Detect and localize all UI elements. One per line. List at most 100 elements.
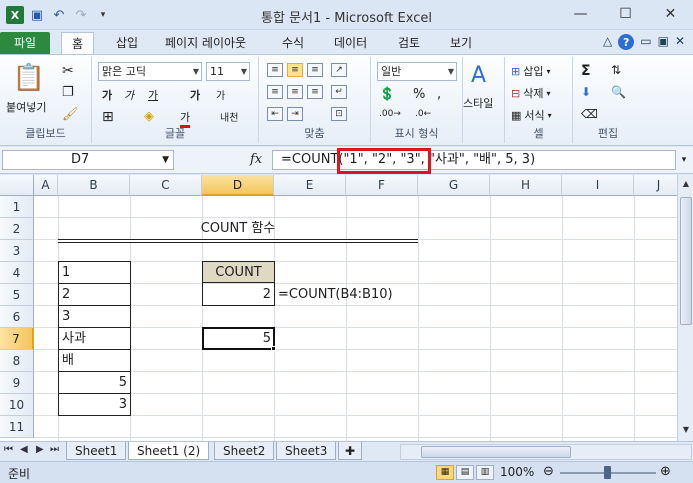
tab-data[interactable]: 데이터 <box>324 32 377 54</box>
sheet-tab-sheet1-2[interactable]: Sheet1 (2) <box>128 442 210 460</box>
sheet-tab-sheet2[interactable]: Sheet2 <box>214 442 275 460</box>
increase-indent-icon[interactable]: ⇥ <box>287 107 303 121</box>
doc-minimize-icon[interactable]: ▭ <box>640 34 651 50</box>
cell-d5[interactable]: 2 <box>202 284 271 305</box>
percent-button[interactable]: % <box>413 87 425 102</box>
wrap-text-icon[interactable]: ↵ <box>331 85 347 99</box>
first-sheet-icon[interactable]: ⏮ <box>4 444 13 455</box>
column-header-d[interactable]: D <box>202 175 274 196</box>
row-header-6[interactable]: 6 <box>0 306 34 328</box>
scroll-down-icon[interactable]: ▼ <box>680 423 692 437</box>
autosum-button[interactable]: Σ <box>581 63 591 79</box>
close-icon[interactable]: ✕ <box>648 0 693 28</box>
name-box[interactable]: D7 ▼ <box>2 150 174 170</box>
number-format-select[interactable]: 일반 ▼ <box>377 62 457 81</box>
zoom-level[interactable]: 100% <box>500 465 534 479</box>
align-right-icon[interactable]: ≡ <box>307 85 323 99</box>
cell-b6[interactable]: 3 <box>62 306 70 327</box>
expand-formula-bar-icon[interactable]: ▾ <box>677 150 691 170</box>
worksheet-grid[interactable]: A B C D E F G H I J 1 2 3 4 5 6 7 8 9 10… <box>0 175 677 441</box>
align-center-icon[interactable]: ≡ <box>287 85 303 99</box>
decrease-decimal-icon[interactable]: .0← <box>415 109 431 119</box>
formula-input[interactable]: =COUNT("1", "2", "3", "사과", "배", 5, 3) <box>272 150 676 170</box>
help-icon[interactable]: ? <box>618 34 635 50</box>
cell-b7[interactable]: 사과 <box>62 328 86 349</box>
doc-restore-icon[interactable]: ▣ <box>658 34 669 50</box>
paste-button[interactable]: 붙여넣기 <box>6 99 46 115</box>
row-header-9[interactable]: 9 <box>0 372 34 394</box>
sort-filter-icon[interactable]: ⇅ <box>611 63 621 77</box>
delete-cells-button[interactable]: ⊟ 삭제 ▾ <box>511 85 550 101</box>
tab-home[interactable]: 홈 <box>61 32 95 54</box>
fill-icon[interactable]: ⬇ <box>581 85 591 99</box>
row-header-8[interactable]: 8 <box>0 350 34 372</box>
align-left-icon[interactable]: ≡ <box>267 85 283 99</box>
horizontal-scrollbar[interactable] <box>400 444 692 460</box>
column-header-h[interactable]: H <box>490 175 562 196</box>
minimize-icon[interactable]: — <box>558 0 603 28</box>
row-header-7[interactable]: 7 <box>0 328 34 350</box>
select-all-corner[interactable] <box>0 175 34 196</box>
row-header-4[interactable]: 4 <box>0 262 34 284</box>
vertical-scrollbar[interactable]: ▲ ▼ <box>677 175 693 441</box>
format-cells-button[interactable]: ▦ 서식 ▾ <box>511 107 552 123</box>
row-header-3[interactable]: 3 <box>0 240 34 262</box>
normal-view-icon[interactable]: ▦ <box>436 465 454 480</box>
cell-d4[interactable]: COUNT <box>202 262 275 283</box>
prev-sheet-icon[interactable]: ◀ <box>20 444 28 455</box>
cut-icon[interactable]: ✂ <box>62 63 74 79</box>
cell-b9[interactable]: 5 <box>58 372 127 393</box>
shrink-font-button[interactable]: 가 <box>216 87 225 102</box>
zoom-out-icon[interactable]: ⊖ <box>543 464 554 479</box>
find-select-icon[interactable]: 🔍 <box>611 85 626 99</box>
maximize-icon[interactable]: ☐ <box>603 0 648 28</box>
column-header-b[interactable]: B <box>58 175 130 196</box>
column-header-i[interactable]: I <box>562 175 634 196</box>
column-header-f[interactable]: F <box>346 175 418 196</box>
merge-center-icon[interactable]: ⊡ <box>331 107 347 121</box>
align-bottom-icon[interactable]: ≡ <box>307 63 323 77</box>
page-layout-view-icon[interactable]: ▤ <box>456 465 474 480</box>
row-header-1[interactable]: 1 <box>0 196 34 218</box>
italic-button[interactable]: 가 <box>124 87 134 103</box>
column-header-j[interactable]: J <box>634 175 677 196</box>
tab-review[interactable]: 검토 <box>388 32 430 54</box>
align-top-icon[interactable]: ≡ <box>267 63 283 77</box>
sheet-title-cell[interactable]: COUNT 함수 <box>58 218 418 239</box>
doc-close-icon[interactable]: ✕ <box>675 34 685 50</box>
cell-e5[interactable]: =COUNT(B4:B10) <box>278 284 393 305</box>
format-painter-icon[interactable]: 🖌 <box>62 107 79 122</box>
tab-file[interactable]: 파일 <box>0 32 50 54</box>
row-header-10[interactable]: 10 <box>0 394 34 416</box>
cell-b4[interactable]: 1 <box>62 262 70 283</box>
zoom-slider-knob[interactable] <box>604 466 611 479</box>
ribbon-minimize-icon[interactable]: △ <box>603 34 612 50</box>
styles-button[interactable]: 스타일 <box>463 95 493 111</box>
sheet-tab-sheet3[interactable]: Sheet3 <box>276 442 337 460</box>
horizontal-scroll-thumb[interactable] <box>421 446 571 458</box>
column-header-g[interactable]: G <box>418 175 490 196</box>
paste-icon[interactable]: 📋 <box>12 61 46 95</box>
insert-function-button[interactable]: fx <box>250 152 262 167</box>
zoom-in-icon[interactable]: ⊕ <box>660 464 671 479</box>
fill-color-icon[interactable]: ◈ <box>144 109 154 124</box>
grow-font-button[interactable]: 가 <box>190 87 200 103</box>
orientation-icon[interactable]: ↗ <box>331 63 347 77</box>
insert-cells-button[interactable]: ⊞ 삽입 ▾ <box>511 63 550 79</box>
align-middle-icon[interactable]: ≡ <box>287 63 303 77</box>
cell-b8[interactable]: 배 <box>62 350 74 371</box>
tab-view[interactable]: 보기 <box>440 32 482 54</box>
styles-icon[interactable]: A <box>471 63 486 88</box>
tab-insert[interactable]: 삽입 <box>106 32 148 54</box>
vertical-scroll-thumb[interactable] <box>680 197 692 325</box>
column-header-e[interactable]: E <box>274 175 346 196</box>
column-header-c[interactable]: C <box>130 175 202 196</box>
font-size-select[interactable]: 11 ▼ <box>206 62 250 81</box>
cell-b10[interactable]: 3 <box>58 394 127 415</box>
tab-page-layout[interactable]: 페이지 레이아웃 <box>155 32 256 54</box>
comma-button[interactable]: , <box>437 87 441 102</box>
next-sheet-icon[interactable]: ▶ <box>36 444 44 455</box>
decrease-indent-icon[interactable]: ⇤ <box>267 107 283 121</box>
currency-icon[interactable]: 💲 <box>379 87 395 102</box>
font-name-select[interactable]: 맑은 고딕 ▼ <box>98 62 202 81</box>
